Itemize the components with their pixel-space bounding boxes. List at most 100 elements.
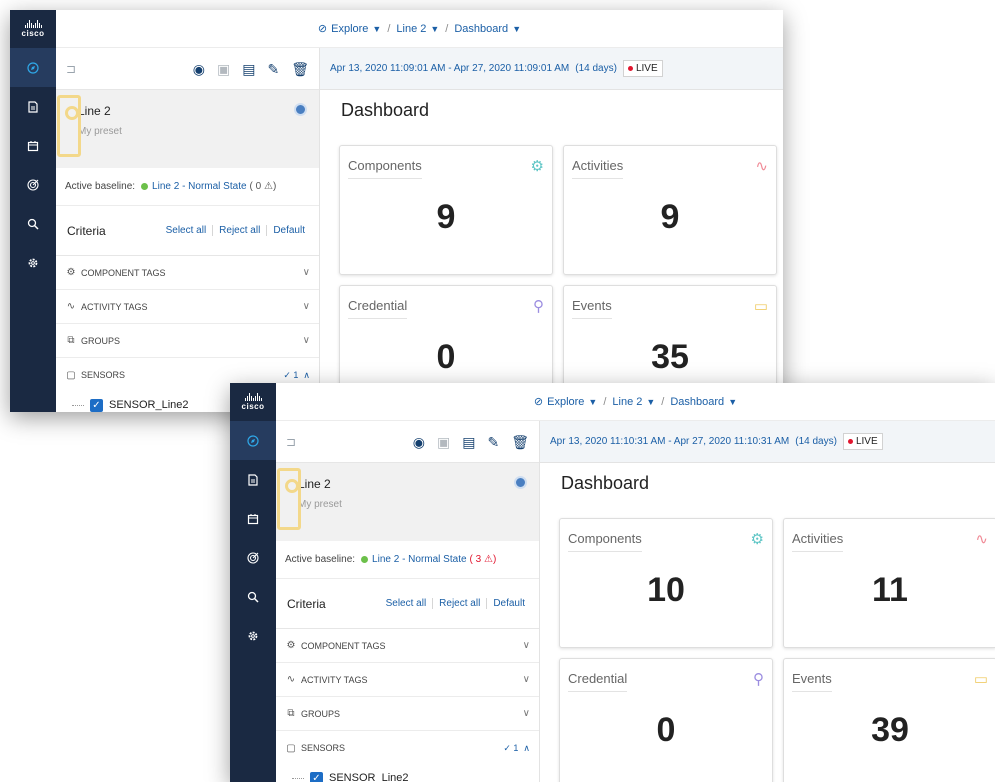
active-baseline: Active baseline: Line 2 - Normal State (… <box>276 541 539 579</box>
save-icon[interactable]: ▣ <box>217 62 230 76</box>
criteria-panel: ⊐ ◉ ▣ ▤ ✎ 🗑 Line 2 My preset Active base… <box>276 421 540 782</box>
explore-icon[interactable] <box>230 421 276 460</box>
activities-card[interactable]: Activities ∿ 9 <box>563 145 777 275</box>
select-all-link[interactable]: Select all <box>380 598 433 609</box>
breadcrumb-explore[interactable]: ⊘ Explore ▼ <box>317 22 381 36</box>
live-badge[interactable]: LIVE <box>842 433 883 450</box>
dashboard-area: Apr 13, 2020 11:10:31 AM - Apr 27, 2020 … <box>540 421 995 782</box>
time-range[interactable]: Apr 13, 2020 11:10:31 AM - Apr 27, 2020 … <box>540 421 995 463</box>
reject-all-link[interactable]: Reject all <box>432 598 486 609</box>
back-icon[interactable]: ⊐ <box>286 435 296 449</box>
radar-icon[interactable] <box>10 165 56 204</box>
reject-all-link[interactable]: Reject all <box>212 225 266 236</box>
save-icon[interactable]: ▣ <box>437 435 450 449</box>
back-icon[interactable]: ⊐ <box>66 62 76 76</box>
preset-subtitle: My preset <box>298 499 342 510</box>
card-value: 0 <box>436 338 456 376</box>
breadcrumb-line[interactable]: Line 2 ▼ <box>396 23 439 35</box>
breadcrumb-dashboard[interactable]: Dashboard ▼ <box>454 23 521 35</box>
settings-icon[interactable] <box>230 616 276 655</box>
sensor-item[interactable]: ✓ SENSOR_Line2 <box>276 765 539 782</box>
section-activity-tags[interactable]: ∿ ACTIVITY TAGS ∨ <box>56 290 319 324</box>
key-icon: ⚲ <box>533 298 544 315</box>
card-value: 0 <box>656 711 676 749</box>
section-groups[interactable]: ⧉ GROUPS ∨ <box>276 697 539 731</box>
breadcrumb-explore[interactable]: ⊘ Explore ▼ <box>533 395 597 409</box>
preset-card[interactable]: Line 2 My preset <box>276 463 539 541</box>
radar-icon[interactable] <box>230 538 276 577</box>
view-icon[interactable]: ◉ <box>193 62 205 76</box>
section-component-tags[interactable]: ⚙ COMPONENT TAGS ∨ <box>56 256 319 290</box>
side-rail: cisco <box>10 10 56 412</box>
components-card[interactable]: Components ⚙ 9 <box>339 145 553 275</box>
sensors-count: ✓ 1 <box>503 742 519 753</box>
breadcrumb-dashboard[interactable]: Dashboard ▼ <box>670 396 737 408</box>
settings-icon[interactable] <box>10 243 56 282</box>
preset-card[interactable]: Line 2 My preset <box>56 90 319 168</box>
chevron-down-icon: ∨ <box>302 267 310 278</box>
section-component-tags[interactable]: ⚙ COMPONENT TAGS ∨ <box>276 629 539 663</box>
sensor-label: SENSOR_Line2 <box>109 399 189 411</box>
share-icon[interactable] <box>294 103 307 116</box>
criteria-header: Criteria Select all Reject all Default <box>56 206 319 256</box>
page-title: Dashboard <box>341 100 430 120</box>
breadcrumb-line[interactable]: Line 2 ▼ <box>612 396 655 408</box>
checkbox-checked[interactable]: ✓ <box>310 771 323 782</box>
section-groups[interactable]: ⧉ GROUPS ∨ <box>56 324 319 358</box>
search-icon[interactable] <box>230 577 276 616</box>
components-card[interactable]: Components ⚙ 10 <box>559 518 773 648</box>
section-label: SENSORS <box>81 370 126 380</box>
edit-icon[interactable]: ✎ <box>487 435 499 449</box>
section-sensors[interactable]: ▢ SENSORS ✓ 1 ∧ <box>276 731 539 765</box>
duration: (14 days) <box>795 436 837 447</box>
report-icon[interactable] <box>230 460 276 499</box>
select-all-link[interactable]: Select all <box>160 225 213 236</box>
compass-icon: ⊘ <box>317 23 328 35</box>
delete-icon[interactable]: 🗑 <box>291 62 309 76</box>
pulse-icon: ∿ <box>66 301 76 312</box>
breadcrumb-separator: / <box>445 22 449 35</box>
compass-icon: ⊘ <box>533 396 544 408</box>
caret-down-icon: ▼ <box>512 23 522 34</box>
page-title: Dashboard <box>561 473 650 493</box>
credential-card[interactable]: Credential ⚲ 0 <box>559 658 773 782</box>
dashboard-area: Apr 13, 2020 11:09:01 AM - Apr 27, 2020 … <box>320 48 783 412</box>
activities-card[interactable]: Activities ∿ 11 <box>783 518 995 648</box>
card-label: Credential <box>568 671 628 692</box>
baseline-link[interactable]: Line 2 - Normal State <box>372 554 467 565</box>
gear-icon: ⚙ <box>750 531 764 548</box>
status-dot <box>141 183 149 190</box>
chevron-down-icon: ∨ <box>302 301 310 312</box>
key-icon: ⚲ <box>753 671 764 688</box>
default-link[interactable]: Default <box>486 598 531 609</box>
edit-icon[interactable]: ✎ <box>267 62 279 76</box>
chevron-down-icon: ∨ <box>522 640 530 651</box>
section-label: GROUPS <box>301 708 341 719</box>
save-as-icon[interactable]: ▤ <box>462 435 475 449</box>
calendar-icon[interactable] <box>10 126 56 165</box>
delete-icon[interactable]: 🗑 <box>511 435 529 449</box>
report-icon[interactable] <box>10 87 56 126</box>
search-icon[interactable] <box>10 204 56 243</box>
explore-icon[interactable] <box>10 48 56 87</box>
baseline-count: ( 0 ⚠) <box>249 181 277 192</box>
share-icon[interactable] <box>514 476 527 489</box>
baseline-link[interactable]: Line 2 - Normal State <box>152 181 247 192</box>
default-link[interactable]: Default <box>266 225 311 236</box>
breadcrumb-separator: / <box>661 395 665 408</box>
calendar-icon: ▭ <box>973 671 988 688</box>
section-activity-tags[interactable]: ∿ ACTIVITY TAGS ∨ <box>276 663 539 697</box>
pin-icon <box>57 95 81 157</box>
card-label: Events <box>792 671 832 692</box>
time-range[interactable]: Apr 13, 2020 11:09:01 AM - Apr 27, 2020 … <box>320 48 783 90</box>
breadcrumb-separator: / <box>387 22 391 35</box>
live-badge[interactable]: LIVE <box>622 60 663 77</box>
save-as-icon[interactable]: ▤ <box>242 62 255 76</box>
calendar-icon[interactable] <box>230 499 276 538</box>
events-card[interactable]: Events ▭ 39 <box>783 658 995 782</box>
card-label: Events <box>572 298 612 319</box>
view-icon[interactable]: ◉ <box>413 435 425 449</box>
checkbox-checked[interactable]: ✓ <box>90 398 103 412</box>
criteria-header: Criteria Select all Reject all Default <box>276 579 539 629</box>
gear-icon: ⚙ <box>530 158 544 175</box>
